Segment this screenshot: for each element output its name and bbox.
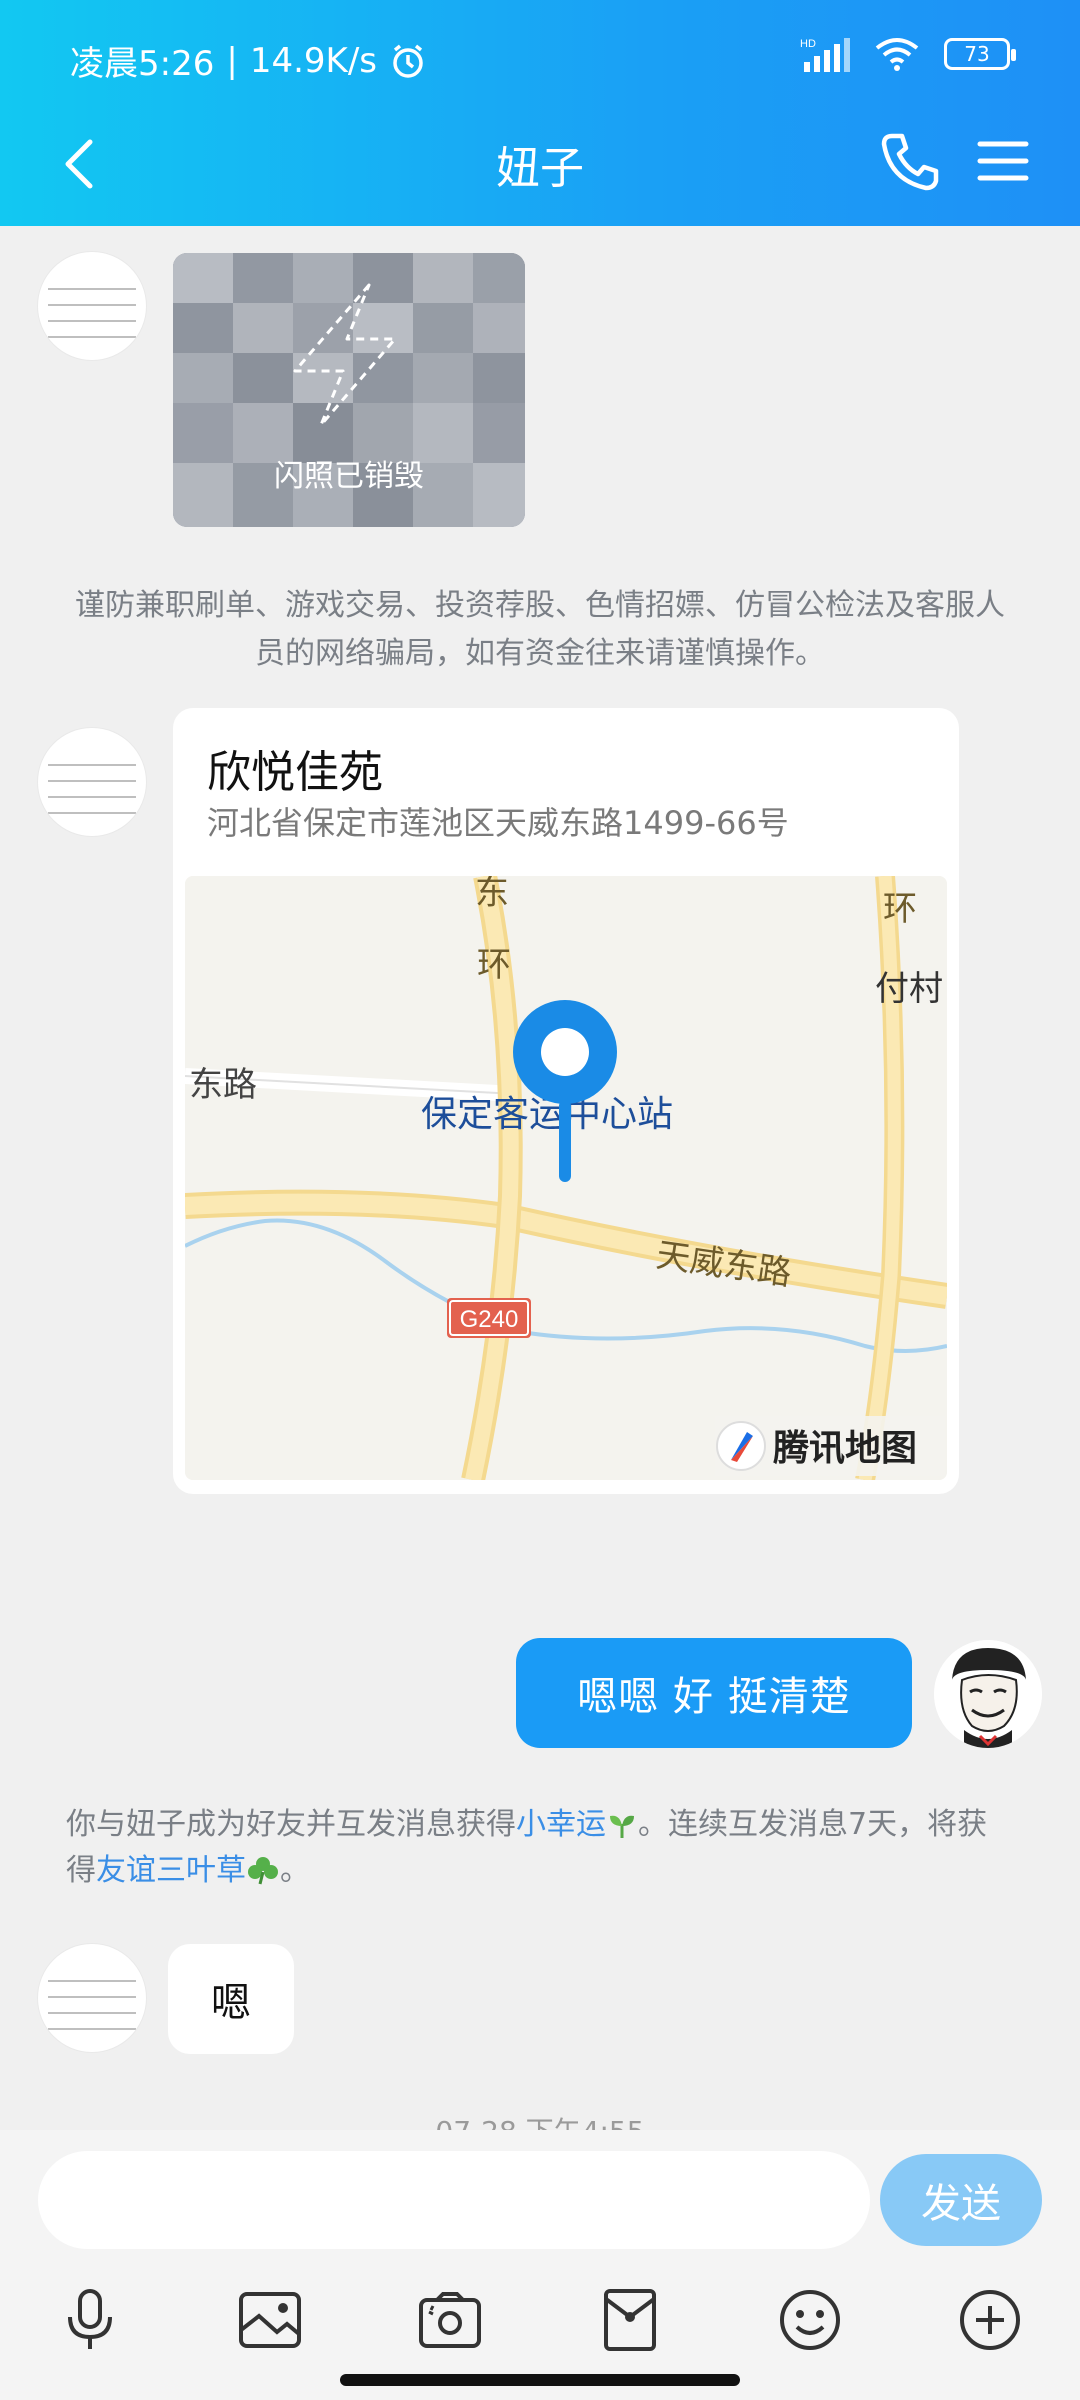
- friendship-tip: 你与妞子成为好友并互发消息获得小幸运 。连续互发消息7天，将获得友谊三叶草 。: [66, 1807, 988, 1888]
- svg-text:G240: G240: [460, 1306, 519, 1333]
- svg-text:东: 东: [475, 876, 509, 913]
- map-graphic: 东 环 环 付村 东路 保定客运中心站 天威东路 G240 腾讯地图: [185, 876, 947, 1480]
- voice-button[interactable]: [50, 2280, 130, 2360]
- home-indicator[interactable]: [340, 2374, 740, 2386]
- image-icon: [239, 2292, 301, 2348]
- contact-message-bubble[interactable]: 嗯: [168, 1944, 294, 2054]
- svg-text:环: 环: [477, 945, 511, 985]
- security-notice: 谨防兼职刷单、游戏交易、投资荐股、色情招嫖、仿冒公检法及客服人员的网络骗局，如有…: [75, 588, 1005, 671]
- my-avatar[interactable]: [934, 1640, 1042, 1748]
- contact-avatar[interactable]: [38, 1944, 146, 2052]
- location-card[interactable]: 欣悦佳苑 河北省保定市莲池区天威东路1499-66号 东 环 环 付村 东路 保…: [173, 708, 959, 1494]
- svg-text:环: 环: [883, 889, 917, 929]
- microphone-icon: [68, 2289, 112, 2349]
- call-button[interactable]: [878, 130, 942, 194]
- message-input[interactable]: [38, 2151, 870, 2249]
- phone-icon: [881, 133, 939, 191]
- smiley-icon: [780, 2290, 840, 2350]
- alarm-icon: [393, 44, 423, 78]
- contact-avatar[interactable]: [38, 252, 146, 360]
- title-bar: 妞子: [0, 120, 1080, 226]
- location-name: 欣悦佳苑: [207, 747, 383, 798]
- wifi-icon: [875, 38, 919, 71]
- status-bar: 凌晨5:26 | 14.9K/s HD 73: [0, 0, 1080, 120]
- svg-text:东路: 东路: [189, 1065, 257, 1105]
- camera-icon: [419, 2292, 481, 2348]
- svg-text:付村: 付村: [875, 969, 943, 1009]
- my-message-bubble[interactable]: 嗯嗯 好 挺清楚: [516, 1638, 912, 1748]
- plus-circle-icon: [960, 2290, 1020, 2350]
- status-left: 凌晨5:26 | 14.9K/s: [70, 36, 427, 85]
- sprout-icon: [610, 1815, 634, 1838]
- chat-header: 凌晨5:26 | 14.9K/s HD 73 妞子: [0, 0, 1080, 226]
- status-time: 凌晨5:26: [70, 44, 215, 84]
- status-speed: 14.9K/s: [249, 40, 377, 81]
- flash-photo-card[interactable]: 闪照已销毁: [173, 253, 525, 527]
- battery-icon: 73: [944, 38, 1016, 70]
- status-right: HD 73: [800, 36, 1016, 72]
- input-toolbar: [0, 2280, 1080, 2370]
- cartoon-avatar-icon: [934, 1640, 1042, 1748]
- more-button[interactable]: [950, 2280, 1030, 2360]
- hamburger-menu-icon: [977, 141, 1029, 181]
- message-timestamp: 07-28 下午4:55: [0, 2110, 1080, 2130]
- camera-button[interactable]: [410, 2280, 490, 2360]
- emoji-button[interactable]: [770, 2280, 850, 2360]
- location-address: 河北省保定市莲池区天威东路1499-66号: [207, 804, 789, 842]
- map-preview[interactable]: 东 环 环 付村 东路 保定客运中心站 天威东路 G240 腾讯地图: [185, 876, 947, 1480]
- red-packet-button[interactable]: [590, 2280, 670, 2360]
- signal-icon: HD: [800, 38, 850, 72]
- send-button[interactable]: 发送: [880, 2154, 1042, 2246]
- album-button[interactable]: [230, 2280, 310, 2360]
- menu-button[interactable]: [974, 132, 1032, 190]
- clover-icon: [248, 1857, 278, 1885]
- svg-text:腾讯地图: 腾讯地图: [773, 1428, 917, 1469]
- svg-text:HD: HD: [800, 38, 816, 50]
- flash-destroyed-label: 闪照已销毁: [274, 459, 424, 494]
- contact-avatar[interactable]: [38, 728, 146, 836]
- battery-level: 73: [964, 42, 990, 66]
- lucky-link[interactable]: 小幸运: [516, 1807, 606, 1842]
- input-bar: 发送: [0, 2130, 1080, 2400]
- red-packet-icon: [604, 2289, 656, 2351]
- clover-link[interactable]: 友谊三叶草: [96, 1853, 246, 1888]
